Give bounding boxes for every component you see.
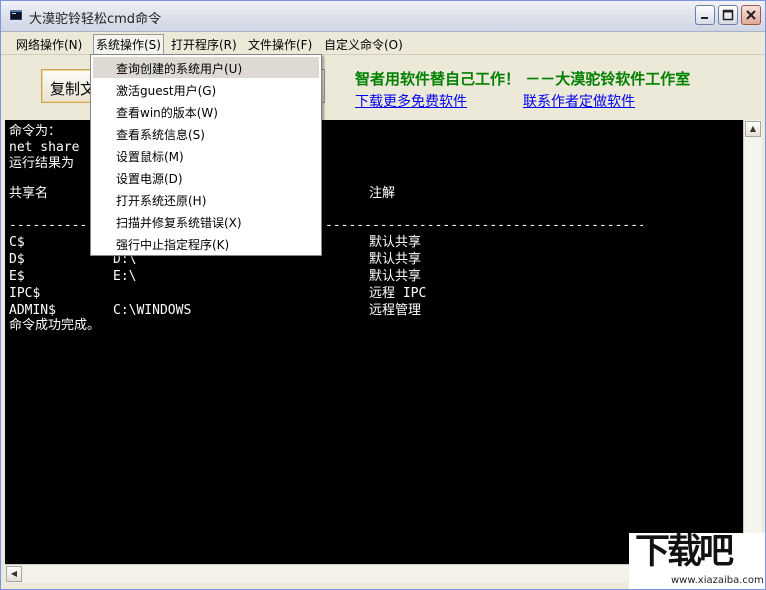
scroll-left-button[interactable]: ◀ [6,566,22,582]
menu-bar: 网络操作(N) 系统操作(S) 打开程序(R) 文件操作(F) 自定义命令(O) [1,32,765,55]
console-done: 命令成功完成。 [9,318,101,333]
menu-file[interactable]: 文件操作(F) [248,36,312,53]
system-menu-dropdown: 查询创建的系统用户(U) 激活guest用户(G) 查看win的版本(W) 查看… [90,54,322,256]
menu-open-program[interactable]: 打开程序(R) [171,36,237,53]
slogan-text: 智者用软件替自己工作！ －－大漠驼铃软件工作室 [355,70,691,88]
minimize-button[interactable] [695,5,715,25]
maximize-button[interactable] [718,5,738,25]
menu-item-win-version[interactable]: 查看win的版本(W) [93,101,319,122]
app-window: 大漠驼铃轻松cmd命令 网络操作(N) 系统操作(S) 打开程序(R) 文件操作… [0,0,766,590]
console-app-icon [10,10,22,20]
menu-item-activate-guest[interactable]: 激活guest用户(G) [93,79,319,100]
row-note: 默认共享 [369,235,422,250]
row-share: IPC$ [9,286,41,301]
row-share: ADMIN$ [9,303,56,318]
console-result-label: 运行结果为 [9,156,75,171]
site-watermark: 下载吧 www.xiazaiba.com [629,533,765,589]
menu-item-kill-program[interactable]: 强行中止指定程序(K) [93,233,319,254]
row-share: D$ [9,252,25,267]
close-button[interactable] [741,5,761,25]
contact-link[interactable]: 联系作者定做软件 [523,91,635,111]
console-separator-left: ---------- [9,218,88,233]
vertical-scrollbar[interactable]: ▲ [743,120,762,564]
console-header-note: 注解 [369,186,396,201]
menu-item-power-settings[interactable]: 设置电源(D) [93,167,319,188]
row-note: 远程 IPC [369,286,427,301]
row-note: 远程管理 [369,303,422,318]
arrow-up-icon: ▲ [749,124,757,133]
menu-network[interactable]: 网络操作(N) [16,36,82,53]
menu-item-query-users[interactable]: 查询创建的系统用户(U) [93,57,319,78]
menu-item-system-restore[interactable]: 打开系统还原(H) [93,189,319,210]
download-link[interactable]: 下载更多免费软件 [355,91,467,111]
console-command: net share [9,140,80,155]
menu-item-mouse-settings[interactable]: 设置鼠标(M) [93,145,319,166]
minimize-icon [701,17,708,19]
row-share: C$ [9,235,25,250]
menu-system[interactable]: 系统操作(S) [93,34,164,55]
menu-item-scan-repair[interactable]: 扫描并修复系统错误(X) [93,211,319,232]
console-header-share: 共享名 [9,186,49,201]
watermark-url: www.xiazaiba.com [671,575,764,586]
menu-custom-command[interactable]: 自定义命令(O) [324,36,403,53]
menu-item-system-info[interactable]: 查看系统信息(S) [93,123,319,144]
console-separator-right: ----------------------------------------… [325,218,643,233]
window-title: 大漠驼铃轻松cmd命令 [29,12,162,27]
row-path: E:\ [113,269,137,284]
row-note: 默认共享 [369,252,422,267]
scroll-track[interactable] [745,138,761,546]
row-share: E$ [9,269,25,284]
watermark-logo-text: 下载吧 [635,532,734,572]
close-icon [746,10,756,20]
row-note: 默认共享 [369,269,422,284]
scroll-up-button[interactable]: ▲ [745,121,761,137]
row-path: C:\WINDOWS [113,303,192,318]
arrow-left-icon: ◀ [10,569,18,578]
maximize-icon [722,9,734,21]
console-command-label: 命令为： [9,124,62,139]
title-bar[interactable]: 大漠驼铃轻松cmd命令 [1,1,765,32]
